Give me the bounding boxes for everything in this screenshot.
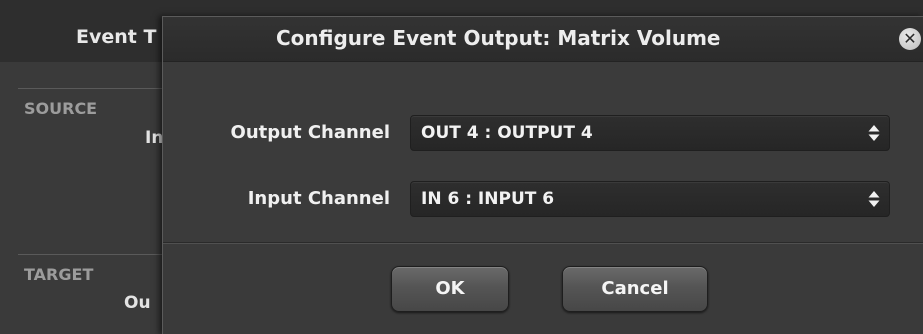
close-icon[interactable]: ✕ [899,28,921,50]
updown-icon [868,125,880,141]
source-label: SOURCE [24,99,98,118]
input-channel-row: Input Channel IN 6 : INPUT 6 [163,181,923,217]
output-channel-row: Output Channel OUT 4 : OUTPUT 4 [163,115,923,151]
app-window: Event T SOURCE In TARGET Ou Configure Ev… [0,0,923,334]
updown-icon [868,191,880,207]
ok-button[interactable]: OK [391,266,509,312]
target-label: TARGET [24,265,94,284]
dialog-title: Configure Event Output: Matrix Volume [276,26,721,50]
configure-event-output-dialog: Configure Event Output: Matrix Volume ✕ … [162,16,923,334]
source-field-label: In [145,128,164,148]
output-channel-label: Output Channel [230,122,390,143]
input-channel-select[interactable]: IN 6 : INPUT 6 [410,181,890,217]
output-channel-select[interactable]: OUT 4 : OUTPUT 4 [410,115,890,151]
cancel-button[interactable]: Cancel [562,266,708,312]
input-channel-label: Input Channel [247,188,390,209]
dialog-body: Output Channel OUT 4 : OUTPUT 4 Input Ch… [163,62,923,242]
dialog-header: Configure Event Output: Matrix Volume ✕ [163,17,923,62]
background-title: Event T [76,26,157,48]
target-field-label: Ou [124,293,151,313]
dialog-footer: OK Cancel [163,244,923,334]
input-channel-value: IN 6 : INPUT 6 [421,189,555,209]
output-channel-value: OUT 4 : OUTPUT 4 [421,123,593,143]
